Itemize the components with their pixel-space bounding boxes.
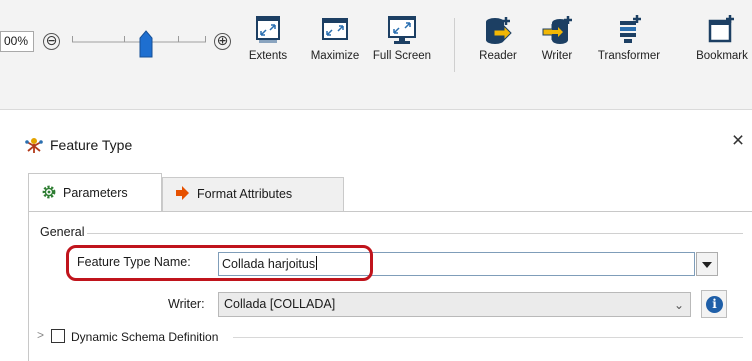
reader-icon [486,17,512,44]
bookmark-label: Bookmark [696,50,748,62]
extents-button[interactable]: Extents [242,14,294,74]
gear-icon [42,185,56,199]
highlight-annotation [66,245,373,281]
full-screen-button[interactable]: Full Screen [370,14,434,74]
main-toolbar: 00% ⊖ ⊕ Extents Maximize Full Screen Rea… [0,0,752,80]
reader-label: Reader [479,50,517,62]
writer-label: Writer [541,50,573,62]
zoom-slider-tick [178,36,179,42]
transformer-icon [620,15,641,43]
writer-select-value: Collada [COLLADA] [224,297,336,311]
chevron-right-icon[interactable]: > [37,328,44,342]
full-screen-icon [388,16,416,44]
parameters-panel: General Feature Type Name: Collada harjo… [28,211,752,361]
writer-select[interactable]: Collada [COLLADA] ⌄ [218,292,691,317]
writer-icon [542,16,572,44]
tab-format-attributes-label: Format Attributes [197,187,293,201]
writer-field-label: Writer: [168,297,205,311]
transformer-button[interactable]: Transformer [592,14,666,74]
zoom-in-button[interactable]: ⊕ [214,33,231,50]
dynamic-schema-label: Dynamic Schema Definition [71,330,219,344]
zoom-slider-thumb[interactable] [139,30,153,58]
group-divider [43,233,743,234]
toolbar-band [0,80,752,110]
maximize-button[interactable]: Maximize [306,14,364,74]
extents-label: Extents [248,50,288,62]
chevron-down-icon: ⌄ [673,298,684,312]
writer-info-button[interactable]: i [701,290,727,318]
transformer-label: Transformer [597,50,661,62]
tab-bar: Parameters Format Attributes [28,173,752,211]
reader-button[interactable]: Reader [474,14,522,74]
full-screen-label: Full Screen [372,50,432,62]
maximize-label: Maximize [310,50,360,62]
zoom-slider-tick [72,36,73,42]
zoom-slider-tick [205,36,206,42]
dialog-title: Feature Type [50,137,133,153]
bookmark-icon [708,15,734,43]
feature-type-name-dropdown-button[interactable] [696,252,718,276]
feature-type-dialog: Feature Type × Parameters Format Attribu… [0,125,752,361]
dropdown-triangle-icon [702,262,712,268]
zoom-out-button[interactable]: ⊖ [43,33,60,50]
toolbar-separator [454,18,455,72]
zoom-slider-tick [124,36,125,42]
tab-parameters[interactable]: Parameters [28,173,162,211]
dynamic-schema-checkbox[interactable] [51,329,65,343]
tab-parameters-label: Parameters [63,186,128,200]
extents-icon [256,16,280,43]
bookmark-button[interactable]: Bookmark [690,14,752,74]
maximize-icon [322,18,348,40]
dynamic-schema-divider [233,337,743,338]
tab-format-attributes[interactable]: Format Attributes [162,177,344,211]
info-icon: i [706,296,723,313]
close-button[interactable]: × [728,129,748,153]
arrow-right-icon [176,186,189,200]
writer-button[interactable]: Writer [534,14,580,74]
feature-type-icon [25,138,43,153]
general-group-label: General [37,225,88,239]
zoom-level-field[interactable]: 00% [0,31,34,52]
